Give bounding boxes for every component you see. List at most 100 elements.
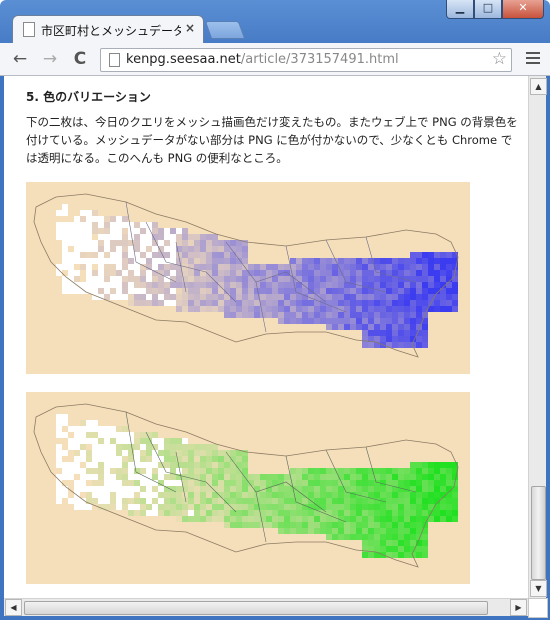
- mesh-cell: [158, 228, 164, 234]
- mesh-cell: [374, 294, 380, 300]
- mesh-cell: [212, 468, 218, 474]
- address-bar[interactable]: kenpg.seesaa.net/article/373157491.html …: [100, 48, 512, 72]
- scroll-up-icon[interactable]: ▲: [530, 78, 547, 95]
- mesh-cell: [362, 540, 368, 546]
- mesh-cell: [146, 270, 152, 276]
- mesh-cell: [92, 276, 98, 282]
- mesh-cell: [104, 432, 110, 438]
- mesh-cell: [176, 294, 182, 300]
- active-tab[interactable]: 市区町村とメッシュデータを重 ×: [12, 15, 204, 44]
- mesh-cell: [338, 312, 344, 318]
- new-tab-button[interactable]: [204, 21, 246, 39]
- mesh-cell: [392, 522, 398, 528]
- mesh-cell: [212, 234, 218, 240]
- mesh-cell: [206, 450, 212, 456]
- scroll-left-icon[interactable]: ◀: [5, 599, 22, 616]
- mesh-cell: [176, 486, 182, 492]
- mesh-cell: [440, 486, 446, 492]
- mesh-cell: [374, 528, 380, 534]
- vertical-scrollbar[interactable]: ▲ ▼: [528, 76, 547, 598]
- mesh-cell: [68, 492, 74, 498]
- mesh-cell: [266, 510, 272, 516]
- mesh-cell: [116, 468, 122, 474]
- mesh-cell: [320, 522, 326, 528]
- minimize-button[interactable]: ▁: [446, 0, 474, 19]
- close-window-button[interactable]: ✕: [502, 0, 544, 19]
- bookmark-star-icon[interactable]: ☆: [492, 49, 507, 69]
- mesh-cell: [224, 270, 230, 276]
- mesh-cell: [140, 258, 146, 264]
- mesh-cell: [302, 510, 308, 516]
- mesh-cell: [122, 462, 128, 468]
- mesh-cell: [74, 288, 80, 294]
- mesh-cell: [116, 426, 122, 432]
- reload-icon[interactable]: C: [70, 49, 90, 69]
- menu-icon[interactable]: [526, 52, 540, 67]
- mesh-cell: [440, 264, 446, 270]
- mesh-cell: [152, 480, 158, 486]
- mesh-cell: [440, 516, 446, 522]
- mesh-cell: [392, 552, 398, 558]
- mesh-cell: [206, 474, 212, 480]
- mesh-cell: [314, 492, 320, 498]
- mesh-cell: [104, 240, 110, 246]
- mesh-cell: [188, 270, 194, 276]
- mesh-cell: [194, 306, 200, 312]
- mesh-cell: [80, 504, 86, 510]
- mesh-cell: [416, 306, 422, 312]
- mesh-cell: [332, 270, 338, 276]
- mesh-cell: [242, 246, 248, 252]
- mesh-cell: [56, 270, 62, 276]
- mesh-cell: [98, 438, 104, 444]
- mesh-cell: [410, 264, 416, 270]
- mesh-cell: [164, 288, 170, 294]
- scroll-right-icon[interactable]: ▶: [510, 599, 527, 616]
- mesh-cell: [452, 306, 458, 312]
- mesh-cell: [242, 300, 248, 306]
- mesh-cell: [86, 246, 92, 252]
- mesh-cell: [320, 282, 326, 288]
- mesh-cell: [62, 246, 68, 252]
- mesh-cell: [362, 504, 368, 510]
- mesh-cell: [344, 528, 350, 534]
- mesh-cell: [404, 534, 410, 540]
- mesh-cell: [326, 480, 332, 486]
- mesh-cell: [326, 504, 332, 510]
- mesh-cell: [344, 324, 350, 330]
- mesh-cell: [422, 264, 428, 270]
- forward-arrow-icon[interactable]: →: [40, 49, 60, 69]
- mesh-cell: [188, 498, 194, 504]
- mesh-cell: [230, 492, 236, 498]
- vertical-scroll-thumb[interactable]: [531, 486, 546, 580]
- mesh-cell: [152, 300, 158, 306]
- mesh-cell: [146, 222, 152, 228]
- mesh-cell: [422, 252, 428, 258]
- horizontal-scrollbar[interactable]: ◀ ▶: [4, 598, 528, 616]
- horizontal-scroll-thumb[interactable]: [24, 601, 488, 615]
- mesh-cell: [284, 300, 290, 306]
- back-arrow-icon[interactable]: ←: [10, 49, 30, 69]
- mesh-cell: [392, 288, 398, 294]
- tab-close-icon[interactable]: ×: [185, 21, 195, 35]
- mesh-cell: [152, 264, 158, 270]
- mesh-cell: [332, 318, 338, 324]
- mesh-cell: [362, 552, 368, 558]
- mesh-cell: [224, 474, 230, 480]
- mesh-cell: [374, 510, 380, 516]
- mesh-cell: [344, 264, 350, 270]
- mesh-cell: [86, 486, 92, 492]
- mesh-cell: [56, 222, 62, 228]
- mesh-cell: [278, 312, 284, 318]
- mesh-cell: [284, 504, 290, 510]
- mesh-cell: [398, 516, 404, 522]
- mesh-cell: [362, 510, 368, 516]
- mesh-cell: [92, 438, 98, 444]
- mesh-cell: [224, 264, 230, 270]
- maximize-button[interactable]: □: [474, 0, 502, 19]
- mesh-cell: [296, 528, 302, 534]
- mesh-cell: [344, 474, 350, 480]
- mesh-cell: [194, 468, 200, 474]
- mesh-cell: [170, 498, 176, 504]
- scroll-down-icon[interactable]: ▼: [530, 580, 547, 597]
- mesh-cell: [176, 492, 182, 498]
